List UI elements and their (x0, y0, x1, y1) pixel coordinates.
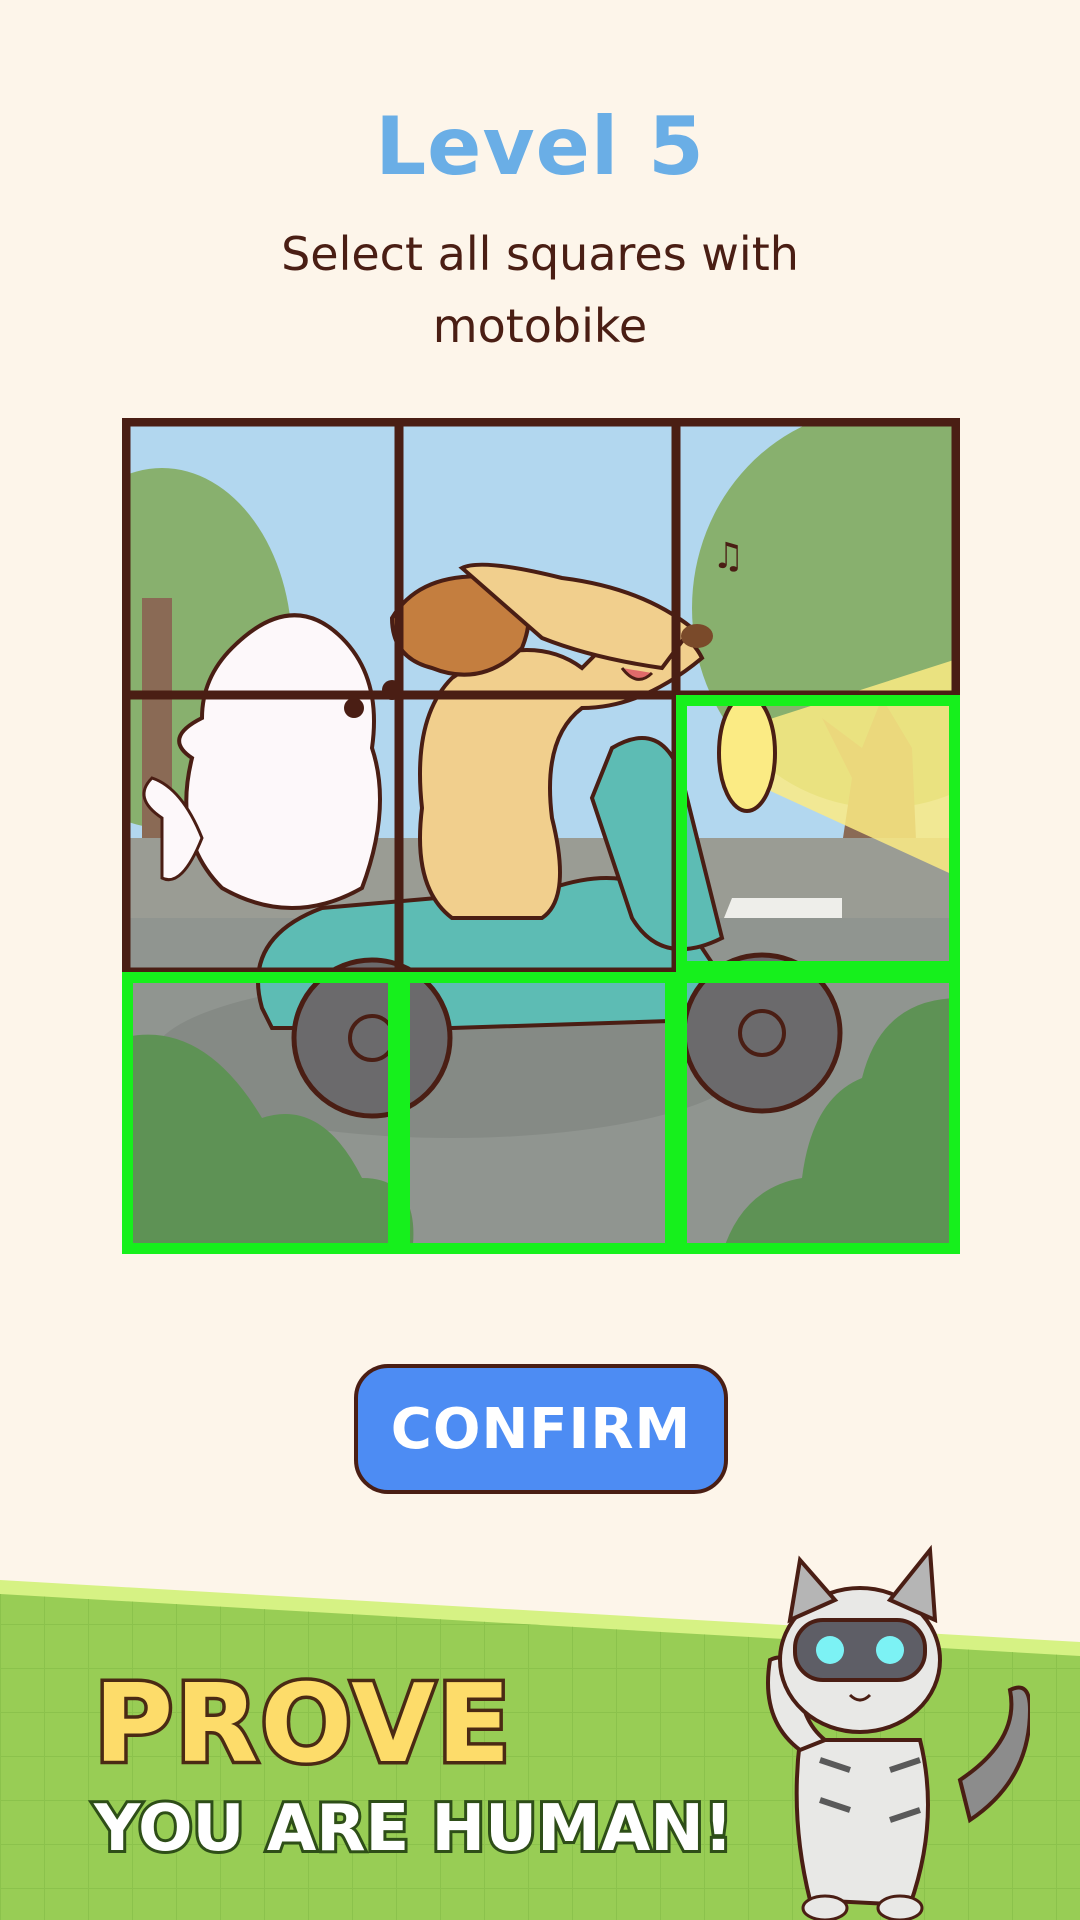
banner-subline: YOU ARE HUMAN! (91, 1789, 736, 1869)
grid-cell-r3c2[interactable] (399, 972, 673, 1246)
grid-cell-r2c1[interactable] (122, 695, 396, 969)
grid-cell-r1c3[interactable] (676, 418, 950, 692)
grid-cell-r2c3[interactable] (676, 695, 950, 969)
instruction-text: Select all squares with motobike (281, 227, 799, 353)
robot-cat-mascot (766, 1544, 1030, 1920)
confirm-button[interactable]: CONFIRM (354, 1364, 728, 1494)
grid-cell-r2c2[interactable] (399, 695, 673, 969)
grid-cell-r1c1[interactable] (122, 418, 396, 692)
banner-headline: PROVE (91, 1659, 515, 1791)
level-title: Level 5 (375, 100, 705, 193)
grid-cell-r3c1[interactable] (122, 972, 396, 1246)
captcha-grid: ♫ (122, 418, 960, 1254)
grid-cell-r3c3[interactable] (676, 972, 950, 1246)
grid-cell-r1c2[interactable] (399, 418, 673, 692)
